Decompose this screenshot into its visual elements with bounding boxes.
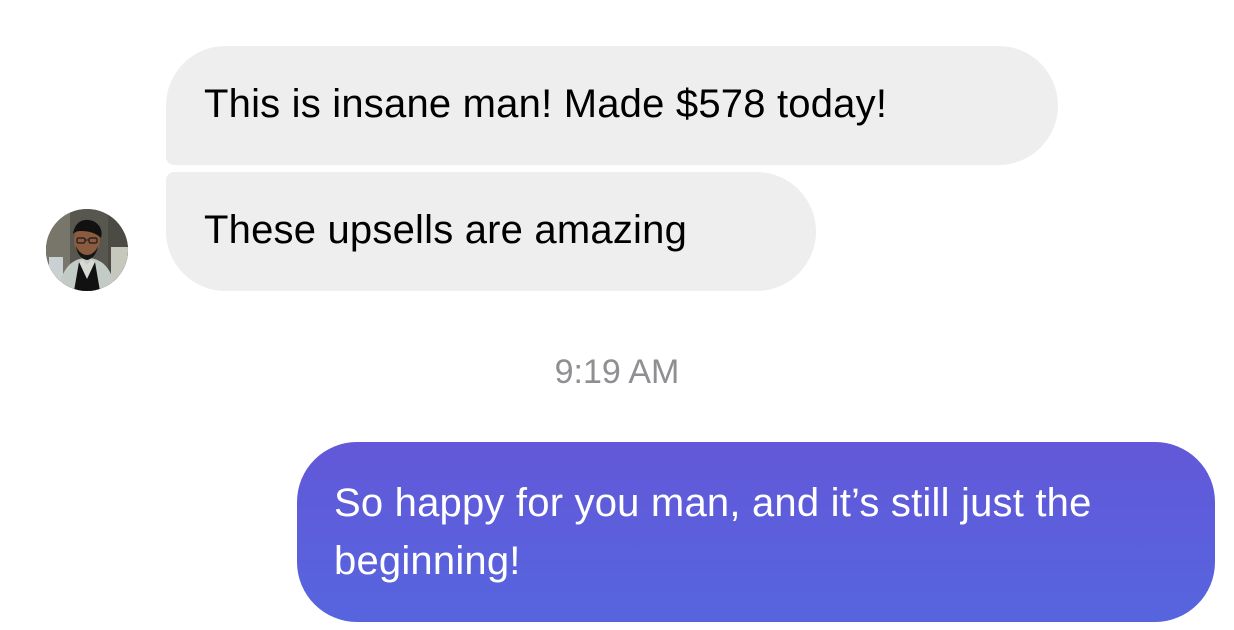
message-text: So happy for you man, and it’s still jus… xyxy=(334,481,1092,583)
incoming-message-bubble[interactable]: These upsells are amazing xyxy=(166,172,816,291)
outgoing-message-bubble[interactable]: So happy for you man, and it’s still jus… xyxy=(297,442,1215,622)
sender-avatar[interactable] xyxy=(46,209,128,291)
message-text: This is insane man! Made $578 today! xyxy=(204,82,888,126)
message-thread: This is insane man! Made $578 today! The… xyxy=(0,0,1234,630)
message-timestamp: 9:19 AM xyxy=(554,353,680,391)
user-avatar-icon xyxy=(46,209,128,291)
incoming-message-bubble[interactable]: This is insane man! Made $578 today! xyxy=(166,46,1058,165)
message-text: These upsells are amazing xyxy=(204,208,688,252)
